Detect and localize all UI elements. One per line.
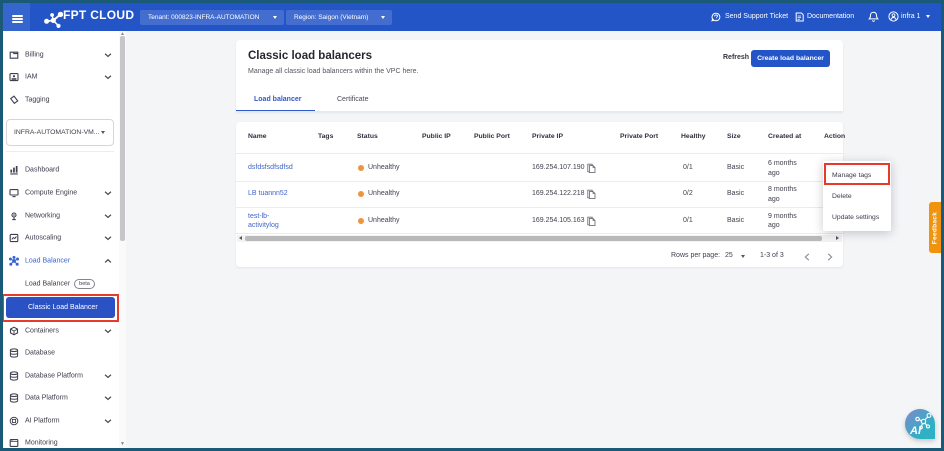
svg-text:AI: AI — [909, 425, 922, 437]
